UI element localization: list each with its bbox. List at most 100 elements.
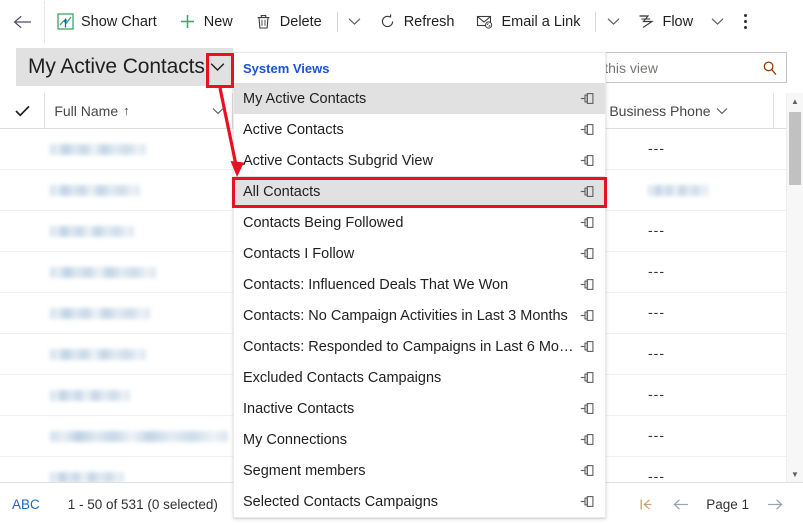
pin-view-button[interactable] [578,495,596,508]
view-option-label: My Active Contacts [243,90,367,107]
cell-business-phone[interactable]: --- [600,140,780,158]
refresh-button[interactable]: Refresh [368,1,466,43]
view-option[interactable]: All Contacts [234,176,605,207]
delete-overflow-chevron[interactable] [342,1,368,43]
scrollbar-thumb[interactable] [789,112,801,185]
cell-full-name[interactable] [0,307,240,319]
next-page-icon [767,498,782,510]
view-option-label: Contacts Being Followed [243,214,404,231]
view-selector-button[interactable]: My Active Contacts [16,48,233,86]
empty-value: --- [648,263,665,279]
next-page-button[interactable] [759,489,789,519]
crm-contacts-grid-page: Show Chart New Delete Refresh Email a Li… [0,0,803,525]
pin-view-button[interactable] [578,340,596,353]
cell-full-name[interactable] [0,266,240,278]
pin-view-button[interactable] [578,123,596,136]
column-header-business-phone[interactable]: Business Phone [599,93,773,128]
view-option[interactable]: Contacts: No Campaign Activities in Last… [234,300,605,331]
column-header-full-name-chevron[interactable] [212,107,224,115]
view-option[interactable]: Contacts: Influenced Deals That We Won [234,269,605,300]
pin-view-button[interactable] [578,402,596,415]
pin-icon [580,124,593,135]
pin-icon [580,372,593,383]
new-button[interactable]: New [168,1,244,43]
empty-value: --- [648,222,665,238]
cell-business-phone[interactable]: --- [600,345,780,363]
refresh-label: Refresh [403,13,455,30]
cell-full-name[interactable] [0,471,240,483]
pin-view-button[interactable] [578,278,596,291]
cell-full-name[interactable] [0,184,240,196]
scroll-up-arrow-icon[interactable]: ▲ [787,93,803,110]
first-page-button[interactable] [632,489,662,519]
empty-value: --- [648,140,665,156]
show-chart-button[interactable]: Show Chart [45,1,168,43]
view-option[interactable]: Active Contacts Subgrid View [234,145,605,176]
view-option-label: All Contacts [243,183,321,200]
pin-view-button[interactable] [578,154,596,167]
pin-view-button[interactable] [578,464,596,477]
view-option-label: Excluded Contacts Campaigns [243,369,442,386]
alpha-index-button[interactable]: ABC [12,497,40,512]
view-option[interactable]: Contacts I Follow [234,238,605,269]
view-option[interactable]: Selected Contacts Campaigns [234,486,605,517]
cell-business-phone[interactable]: --- [600,263,780,281]
view-option[interactable]: My Connections [234,424,605,455]
flow-button[interactable]: Flow [626,1,704,43]
pin-view-button[interactable] [578,247,596,260]
view-option[interactable]: Active Contacts [234,114,605,145]
show-chart-label: Show Chart [81,13,157,30]
pin-view-button[interactable] [578,433,596,446]
grid-vertical-scrollbar[interactable]: ▲ ▼ [786,93,803,483]
cell-business-phone[interactable] [600,184,780,196]
cell-full-name[interactable] [0,430,240,442]
cell-full-name[interactable] [0,143,240,155]
view-option-label: Active Contacts [243,121,344,138]
empty-value: --- [648,427,665,443]
pin-view-button[interactable] [578,185,596,198]
cell-full-name[interactable] [0,389,240,401]
cell-business-phone[interactable]: --- [600,304,780,322]
empty-value: --- [648,345,665,361]
view-option-label: Contacts: Influenced Deals That We Won [243,276,509,293]
column-header-full-name[interactable]: Full Name ↑ [44,93,232,128]
cell-business-phone[interactable]: --- [600,427,780,445]
cell-business-phone[interactable]: --- [600,222,780,240]
current-view-title: My Active Contacts [28,55,205,78]
scroll-down-arrow-icon[interactable]: ▼ [787,466,803,483]
previous-page-button[interactable] [666,489,696,519]
view-selector-flyout: System Views My Active Contacts Active Co… [233,52,606,518]
ellipsis-vertical-icon [743,13,747,31]
view-option[interactable]: Segment members [234,455,605,486]
pin-view-button[interactable] [578,216,596,229]
delete-button[interactable]: Delete [244,1,333,43]
cell-full-name[interactable] [0,348,240,360]
pin-view-button[interactable] [578,92,596,105]
email-a-link-button[interactable]: Email a Link [465,1,591,43]
flow-chevron[interactable] [704,1,730,43]
command-separator-2 [595,11,597,32]
view-option[interactable]: My Active Contacts [234,83,605,114]
chevron-down-icon [716,107,727,114]
column-header-business-phone-chevron[interactable] [716,107,728,115]
cell-full-name[interactable] [0,225,240,237]
view-option[interactable]: Contacts: Responded to Campaigns in Last… [234,331,605,362]
back-button[interactable] [0,0,45,43]
view-option[interactable]: Excluded Contacts Campaigns [234,362,605,393]
pin-view-button[interactable] [578,309,596,322]
email-overflow-chevron[interactable] [600,1,626,43]
view-option-label: Contacts I Follow [243,245,355,262]
command-separator-1 [336,11,338,32]
view-option[interactable]: Contacts Being Followed [234,207,605,238]
pin-icon [580,186,593,197]
cell-business-phone[interactable]: --- [600,386,780,404]
view-option-label: Contacts: Responded to Campaigns in Last… [243,338,578,355]
view-option-label: Active Contacts Subgrid View [243,152,433,169]
view-option[interactable]: Inactive Contacts [234,393,605,424]
view-selector-chevron[interactable] [205,49,231,85]
pin-view-button[interactable] [578,371,596,384]
select-all-checkbox[interactable] [0,93,44,128]
more-commands-button[interactable] [730,1,760,43]
show-chart-icon [56,13,74,31]
search-icon[interactable] [762,60,778,76]
